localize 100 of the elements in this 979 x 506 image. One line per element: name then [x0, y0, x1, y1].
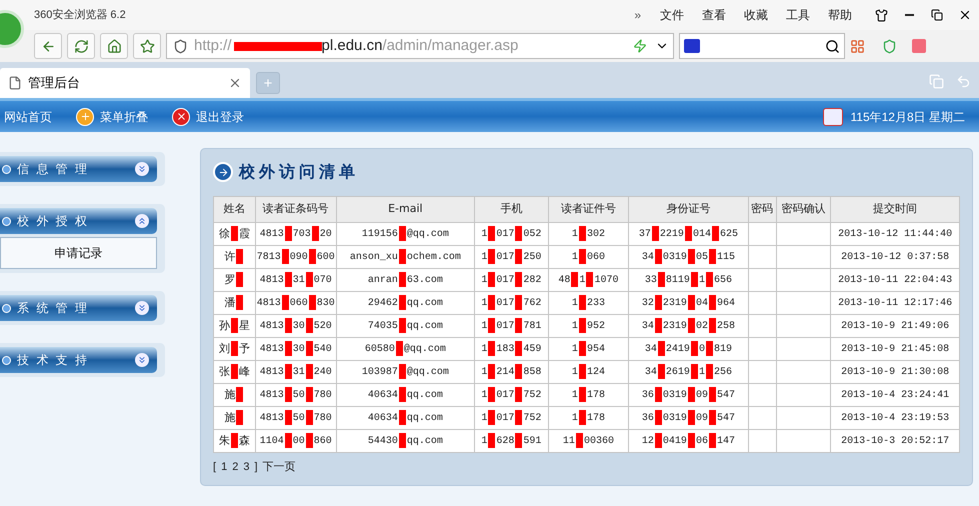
cell-text: 1 [572, 390, 578, 402]
column-header: 读者证条码号 [255, 196, 336, 222]
cell-text: 4813 [260, 321, 284, 332]
page-link[interactable]: 2 [232, 459, 238, 476]
menu-toggle[interactable]: » [634, 6, 641, 24]
cell-text: 1 [572, 344, 578, 356]
menu-item[interactable]: 帮助 [828, 6, 852, 24]
cell-text: 徐 [218, 226, 230, 240]
cell-text: 30 [292, 321, 305, 332]
cell-text: 119156 [362, 229, 398, 240]
cell-text: 1070 [594, 275, 618, 286]
home-icon [106, 38, 122, 54]
redaction-bar [398, 248, 406, 264]
home-button[interactable] [100, 33, 128, 59]
cell-text: 2013-10-4 23:19:53 [841, 412, 950, 424]
redaction-bar [306, 432, 313, 448]
redaction-bar [398, 272, 406, 287]
toolbar-link[interactable]: 菜单折叠 [76, 108, 148, 126]
cell-text: 090 [290, 252, 308, 264]
cell-text: 2013-10-9 21:45:08 [841, 344, 950, 354]
cell-text: 860 [314, 436, 332, 448]
cell-text: 34 [642, 252, 654, 264]
cell-text: 1 [481, 344, 488, 356]
cell-text: 1 [698, 275, 705, 286]
cell-text: 780 [314, 390, 332, 402]
menu-group-header[interactable]: 技 术 支 持 [0, 347, 157, 373]
cell-text: 40634 [368, 390, 398, 402]
cell-text: 070 [314, 275, 332, 286]
cell-text: 30 [292, 344, 305, 356]
back-button[interactable] [34, 33, 62, 59]
redaction-bar [306, 318, 313, 333]
menu-group-header[interactable]: 校 外 授 权 [0, 208, 157, 234]
page-link[interactable]: 3 [243, 459, 250, 476]
cell-text: 459 [523, 344, 542, 356]
redaction-bar [282, 294, 289, 310]
cell-text: 34 [642, 321, 654, 332]
redaction-bar [688, 318, 695, 333]
shield-icon [173, 38, 188, 54]
menu-item[interactable]: 文件 [660, 6, 684, 24]
security-icon[interactable] [882, 38, 897, 54]
cell-text: 04 [696, 298, 708, 310]
toolbar-link[interactable]: 退出登录 [172, 108, 244, 126]
redaction-bar [688, 410, 695, 425]
cell-text: 29462 [368, 298, 398, 310]
cell-text: 256 [714, 367, 732, 378]
browser-tab[interactable]: 管理后台 [0, 68, 250, 98]
cell-text: 0419 [662, 436, 687, 448]
redaction-bar [576, 432, 583, 448]
cell-text: 刘 [218, 342, 230, 355]
submenu-item[interactable]: 申请记录 [0, 237, 157, 269]
cell-text: 朱 [218, 434, 230, 447]
chevron-icon [135, 214, 149, 228]
cell-text: 00 [292, 436, 305, 448]
apps-icon[interactable] [850, 38, 865, 54]
redaction-bar [578, 386, 586, 402]
cell-text: 36 [642, 413, 654, 424]
refresh-button[interactable] [67, 33, 95, 59]
cell-text: 282 [523, 275, 542, 286]
redaction-bar [712, 226, 719, 241]
menu-group-header[interactable]: 信 息 管 理 [0, 156, 157, 182]
cell-text: qq.com [406, 436, 443, 448]
page-link[interactable]: 1 [221, 459, 228, 476]
cell-text: 31 [292, 275, 305, 286]
column-header: 读者证件号 [548, 196, 629, 222]
toolbar-link[interactable]: 网站首页 [4, 108, 52, 126]
date-text: 115年12月8日 星期二 [850, 108, 965, 126]
cell-text: 017 [496, 321, 514, 332]
redaction-bar [398, 386, 406, 402]
cell-text: 02 [696, 321, 708, 332]
cell-text: 258 [716, 321, 735, 332]
cell-text: 05 [696, 252, 708, 264]
menu-item[interactable]: 查看 [702, 6, 726, 24]
cell-text: 1 [481, 367, 488, 378]
cell-text: qq.com [406, 390, 443, 402]
lightning-icon [633, 39, 647, 53]
redaction-bar [515, 272, 522, 287]
cell-text: 547 [716, 413, 735, 424]
redaction-bar [312, 226, 319, 241]
address-field[interactable]: http:// pl.edu.cn/admin/manager.asp [166, 33, 674, 59]
menu-item[interactable]: 收藏 [744, 6, 768, 24]
cell-text: 4813 [260, 275, 284, 286]
redaction-bar [306, 364, 313, 379]
window-title: 360安全浏览器 6.2 [34, 8, 126, 23]
redaction-bar [515, 248, 522, 264]
search-icon[interactable] [825, 38, 840, 54]
cell-text: 50 [292, 413, 305, 424]
cell-text: ochem.com [406, 252, 461, 264]
favorite-button[interactable] [133, 33, 161, 59]
refresh-icon [74, 38, 88, 54]
menu-group-header[interactable]: 系 统 管 理 [0, 295, 157, 321]
menu-item[interactable]: 工具 [786, 6, 810, 24]
search-field[interactable] [679, 33, 845, 59]
cell-text: 0319 [662, 252, 687, 264]
cell-text: 147 [716, 436, 735, 448]
column-header: 姓名 [214, 196, 256, 222]
cell-text: 591 [523, 436, 542, 448]
cell-text: qq.com [406, 321, 443, 332]
close-icon[interactable] [228, 76, 242, 90]
next-page-link[interactable]: 下一页 [262, 459, 296, 476]
cell-text: 017 [496, 413, 514, 424]
